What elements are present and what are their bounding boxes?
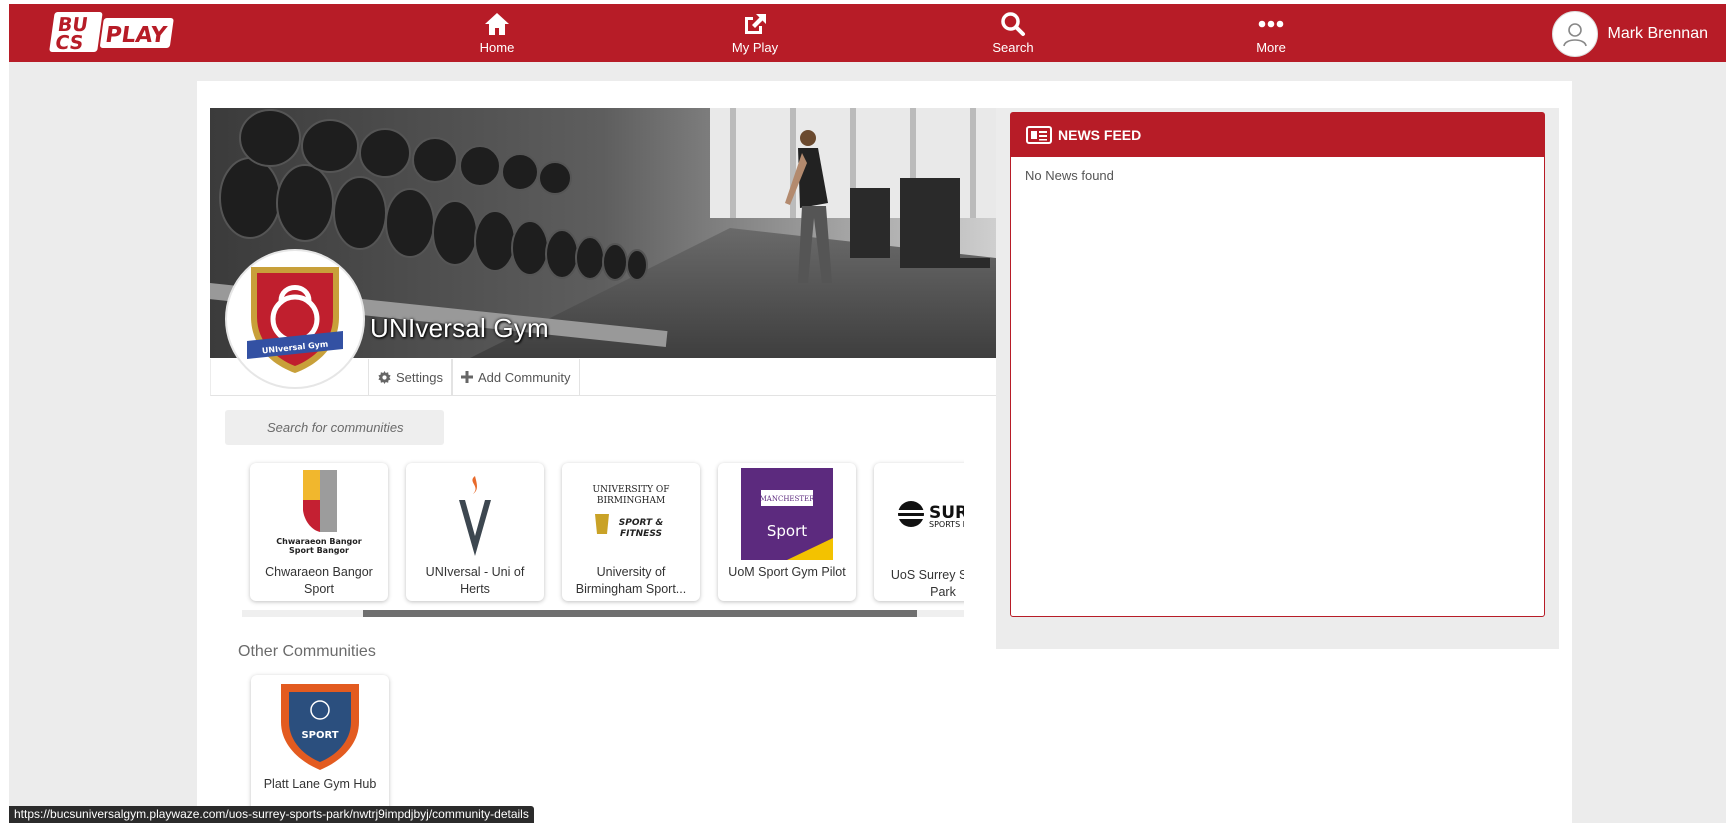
user-menu[interactable]: Mark Brennan [1551, 11, 1709, 57]
plus-icon [461, 371, 473, 383]
nav-search-label: Search [992, 40, 1034, 55]
add-community-button[interactable]: Add Community [451, 359, 581, 395]
top-navigation-bar: BU CS PLAY Home My Play Search More Mark… [9, 4, 1726, 62]
news-feed-card: NEWS FEED No News found [1010, 112, 1545, 617]
svg-text:FITNESS: FITNESS [620, 529, 662, 539]
status-bar-url: https://bucsuniversalgym.playwaze.com/uo… [9, 806, 534, 823]
communities-carousel[interactable]: Chwaraeon Bangor Sport Bangor Chwaraeon … [240, 458, 964, 608]
nav-home[interactable]: Home [437, 10, 557, 55]
community-card[interactable]: MANCHESTER Sport UoM Sport Gym Pilot [718, 463, 856, 601]
herts-logo [425, 468, 525, 560]
bangor-logo: Chwaraeon Bangor Sport Bangor [269, 468, 369, 560]
community-name: UoS Surrey Sports Park [890, 568, 964, 599]
user-name: Mark Brennan [1607, 25, 1709, 42]
external-link-icon [695, 10, 815, 38]
community-name: Chwaraeon Bangor Sport [265, 565, 373, 596]
avatar [1551, 11, 1598, 57]
community-card[interactable]: UNIVERSITY OF BIRMINGHAM SPORT & FITNESS… [562, 463, 700, 601]
svg-text:PLAY: PLAY [104, 22, 170, 48]
manchester-met-logo: SPORT [270, 680, 370, 772]
svg-text:CS: CS [54, 31, 85, 54]
community-card[interactable]: UNIversal - Uni of Herts [406, 463, 544, 601]
news-feed-empty-message: No News found [1025, 168, 1114, 183]
nav-my-play-label: My Play [731, 40, 779, 55]
nav-my-play[interactable]: My Play [695, 10, 815, 55]
community-card[interactable]: Chwaraeon Bangor Sport Bangor Chwaraeon … [250, 463, 388, 601]
birmingham-logo: UNIVERSITY OF BIRMINGHAM SPORT & FITNESS [581, 468, 681, 560]
svg-text:Chwaraeon Bangor: Chwaraeon Bangor [276, 537, 362, 546]
other-communities-heading: Other Communities [238, 643, 376, 660]
newspaper-icon [1026, 126, 1052, 144]
news-feed-header: NEWS FEED [1011, 113, 1544, 157]
community-card[interactable]: SURREY SPORTS PARK UoS Surrey Sports Par… [874, 463, 964, 601]
svg-text:SPORT &: SPORT & [619, 518, 664, 528]
community-name: University of Birmingham Sport... [575, 565, 687, 596]
community-search-input[interactable] [225, 410, 444, 445]
nav-search[interactable]: Search [953, 10, 1073, 55]
more-dots-icon [1211, 10, 1331, 38]
community-action-bar: Settings Add Community [210, 359, 996, 396]
add-community-label: Add Community [478, 369, 571, 385]
svg-text:BIRMINGHAM: BIRMINGHAM [597, 496, 665, 506]
nav-home-label: Home [479, 40, 515, 55]
search-icon [953, 10, 1073, 38]
carousel-scrollbar[interactable] [242, 610, 964, 617]
svg-text:SPORTS PARK: SPORTS PARK [929, 520, 964, 529]
carousel-scrollbar-thumb[interactable] [363, 610, 917, 617]
community-name: UoM Sport Gym Pilot [728, 565, 846, 579]
nav-more-label: More [1256, 40, 1286, 55]
nav-more[interactable]: More [1211, 10, 1331, 55]
news-feed-title: NEWS FEED [1058, 127, 1142, 143]
svg-text:Sport Bangor: Sport Bangor [289, 546, 349, 555]
community-card[interactable]: SPORT Platt Lane Gym Hub [251, 675, 389, 813]
user-avatar-icon [1562, 23, 1587, 47]
surrey-logo: SURREY SPORTS PARK [893, 468, 964, 560]
bucs-play-logo[interactable]: BU CS PLAY [47, 10, 177, 56]
settings-button[interactable]: Settings [368, 359, 453, 395]
manchester-logo: MANCHESTER Sport [737, 468, 837, 560]
settings-label: Settings [396, 369, 443, 385]
svg-text:SPORT: SPORT [301, 730, 338, 741]
community-title: UNIversal Gym [370, 313, 549, 343]
community-name: Platt Lane Gym Hub [263, 777, 377, 791]
community-name: UNIversal - Uni of Herts [425, 565, 525, 596]
gear-icon [378, 370, 391, 384]
svg-text:UNIVERSITY OF: UNIVERSITY OF [592, 485, 669, 495]
svg-text:MANCHESTER: MANCHESTER [760, 495, 815, 503]
svg-text:Sport: Sport [767, 522, 807, 540]
home-icon [437, 10, 557, 38]
